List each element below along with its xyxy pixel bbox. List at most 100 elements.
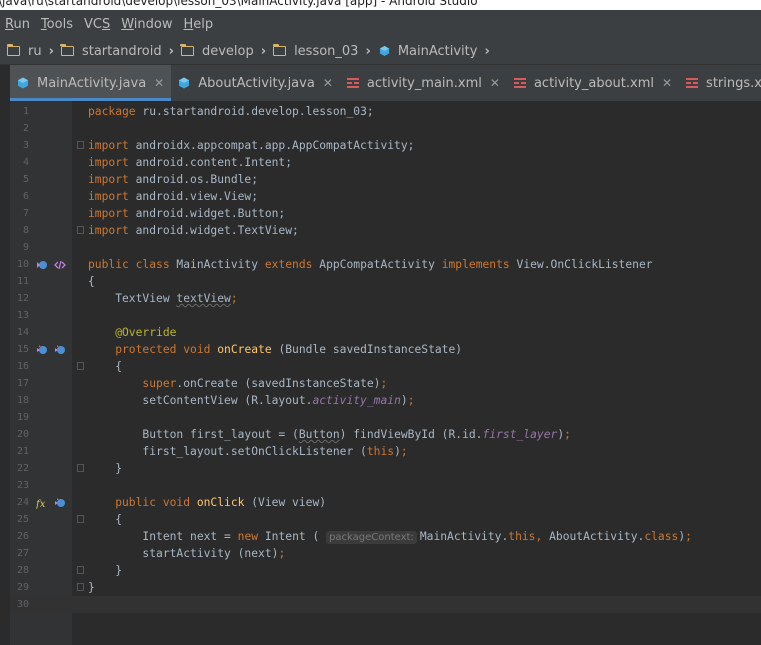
fold-marker-icon[interactable] — [77, 362, 84, 370]
code-text: public class MainActivity extends AppCom… — [88, 258, 653, 271]
layout-icon — [686, 78, 699, 88]
fold-marker-icon[interactable] — [77, 464, 84, 472]
window-title-bar: \java\ru\startandroid\develop\lesson_03\… — [0, 0, 761, 10]
code-text: @Override — [88, 326, 177, 339]
line-number: 17 — [16, 378, 29, 389]
line-number: 19 — [16, 412, 29, 423]
code-line[interactable]: 18 setContentView (R.layout.activity_mai… — [10, 392, 761, 409]
code-line[interactable]: 17 super.onCreate (savedInstanceState); — [10, 375, 761, 392]
fold-marker-icon[interactable] — [77, 583, 84, 591]
editor-tab[interactable]: strings.xml✕ — [679, 65, 761, 101]
code-line[interactable]: 1 package ru.startandroid.develop.lesson_… — [10, 103, 761, 120]
code-text: import androidx.appcompat.app.AppCompatA… — [88, 139, 415, 152]
breadcrumb: ru › startandroid › develop › lesson_03 › MainAc… — [0, 38, 761, 65]
gutter-icons[interactable] — [36, 256, 72, 273]
code-line[interactable]: 15 protected void onCreate (Bundle saved… — [10, 341, 761, 358]
breadcrumb-item[interactable]: lesson_03 › — [266, 43, 371, 59]
line-number: 14 — [16, 327, 29, 338]
close-icon[interactable]: ✕ — [154, 76, 164, 90]
breadcrumb-item[interactable]: develop › — [174, 43, 266, 59]
editor-tab[interactable]: activity_about.xml ✕ — [507, 65, 679, 101]
breadcrumb-item[interactable]: MainActivity › — [371, 44, 490, 59]
code-line[interactable]: 20 Button first_layout = (Button) findVi… — [10, 426, 761, 443]
line-number: 2 — [22, 123, 29, 134]
lambda-icon: fx — [36, 499, 46, 509]
line-number: 22 — [16, 463, 29, 474]
fold-marker-icon[interactable] — [77, 566, 84, 574]
code-line[interactable]: 13 — [10, 307, 761, 324]
code-line[interactable]: 25 { — [10, 511, 761, 528]
line-number: 24 — [16, 497, 29, 508]
fold-marker-icon[interactable] — [77, 141, 84, 149]
code-line[interactable]: 2 — [10, 120, 761, 137]
line-number: 18 — [16, 395, 29, 406]
code-line[interactable]: 8 import android.widget.TextView; — [10, 222, 761, 239]
editor-tab[interactable]: activity_main.xml ✕ — [340, 65, 507, 101]
line-number: 26 — [16, 531, 29, 542]
code-text: import android.widget.Button; — [88, 207, 286, 220]
code-text: TextView textView; — [88, 292, 238, 305]
line-number: 7 — [22, 208, 29, 219]
code-line[interactable]: 9 — [10, 239, 761, 256]
code-line[interactable]: 4 import android.content.Intent; — [10, 154, 761, 171]
code-line[interactable]: 14 @Override — [10, 324, 761, 341]
breadcrumb-item[interactable]: startandroid › — [54, 43, 174, 59]
code-line[interactable]: 11 { — [10, 273, 761, 290]
line-number: 20 — [16, 429, 29, 440]
code-line[interactable]: 21 first_layout.setOnClickListener (this… — [10, 443, 761, 460]
close-icon[interactable]: ✕ — [490, 76, 500, 90]
code-text: first_layout.setOnClickListener (this); — [88, 445, 408, 458]
gutter-icons[interactable] — [36, 341, 72, 358]
code-text: import android.content.Intent; — [88, 156, 293, 169]
code-line[interactable]: 3 import androidx.appcompat.app.AppCompat… — [10, 137, 761, 154]
code-text: public void onClick (View view) — [88, 496, 327, 509]
fold-marker-icon[interactable] — [77, 226, 84, 234]
code-text: } — [88, 462, 123, 475]
line-number: 25 — [16, 514, 29, 525]
line-number: 15 — [16, 344, 29, 355]
code-text: import android.widget.TextView; — [88, 224, 299, 237]
editor-tab[interactable]: MainActivity.java ✕ — [10, 65, 172, 101]
chevron-right-icon: › — [484, 43, 490, 59]
fold-marker-icon[interactable] — [77, 515, 84, 523]
class-icon — [379, 45, 389, 57]
code-text: package ru.startandroid.develop.lesson_0… — [88, 105, 374, 118]
layout-icon — [513, 78, 526, 88]
code-line[interactable]: 7 import android.widget.Button; — [10, 205, 761, 222]
code-editor[interactable]: 1 package ru.startandroid.develop.lesson_… — [10, 101, 761, 645]
folder-icon — [60, 43, 74, 56]
override-icon — [37, 344, 47, 354]
menu-window[interactable]: Window — [116, 17, 177, 32]
menu-help[interactable]: Help — [179, 17, 219, 32]
folder-icon — [6, 43, 20, 56]
editor-tab[interactable]: AboutActivity.java ✕ — [171, 65, 340, 101]
close-icon[interactable]: ✕ — [662, 76, 672, 90]
code-line[interactable]: 6 import android.view.View; — [10, 188, 761, 205]
breadcrumb-item[interactable]: ru › — [0, 43, 54, 59]
tab-label: activity_about.xml — [533, 75, 654, 91]
tab-label: activity_main.xml — [366, 75, 482, 91]
code-line[interactable]: 19 — [10, 409, 761, 426]
gutter-icons[interactable]: fx — [36, 494, 72, 511]
code-line[interactable]: 22 } — [10, 460, 761, 477]
code-line[interactable]: 10 public class MainActivity extends AppC… — [10, 256, 761, 273]
line-number: 4 — [22, 157, 29, 168]
code-line[interactable]: 28 } — [10, 562, 761, 579]
close-icon[interactable]: ✕ — [323, 76, 333, 90]
code-text: protected void onCreate (Bundle savedIns… — [88, 343, 463, 356]
code-line[interactable]: 29} — [10, 579, 761, 596]
code-line[interactable]: 5 import android.os.Bundle; — [10, 171, 761, 188]
code-line[interactable]: 24 fx public void onClick (View view) — [10, 494, 761, 511]
menu-tools[interactable]: Tools — [36, 17, 78, 32]
code-line[interactable]: 26 Intent next = new Intent ( packageCon… — [10, 528, 761, 545]
code-line[interactable]: 12 TextView textView; — [10, 290, 761, 307]
code-line[interactable]: 30 — [10, 596, 761, 613]
code-line[interactable]: 23 — [10, 477, 761, 494]
code-text: } — [88, 581, 95, 594]
class-icon — [179, 77, 190, 89]
menu-vcs[interactable]: VCS — [79, 17, 115, 32]
code-line[interactable]: 27 startActivity (next); — [10, 545, 761, 562]
code-line[interactable]: 16 { — [10, 358, 761, 375]
menu-run[interactable]: Run — [0, 17, 35, 32]
code-text: setContentView (R.layout.activity_main); — [88, 394, 415, 407]
